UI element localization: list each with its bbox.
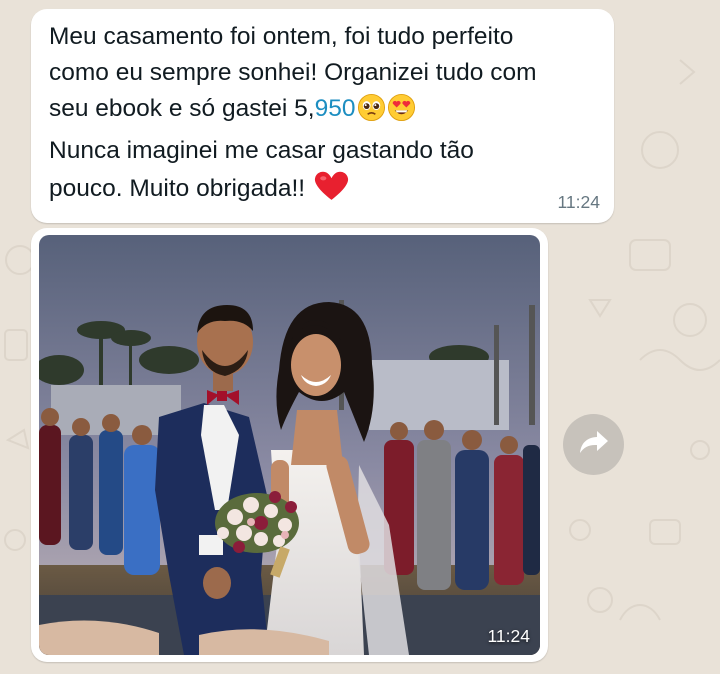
message-line-1: Meu casamento foi ontem, foi tudo perfei…	[49, 23, 514, 50]
pleading-face-emoji	[357, 93, 386, 133]
wedding-couple-photo[interactable]: 11:24	[39, 235, 540, 655]
message-line-4: Nunca imaginei me casar gastando tão	[49, 137, 474, 164]
heart-eyes-emoji	[387, 93, 416, 133]
forward-arrow-icon	[579, 429, 609, 460]
message-line-2: como eu sempre sonhei! Organizei tudo co…	[49, 59, 537, 86]
message-line-5: pouco. Muito obrigada!!	[49, 169, 609, 213]
message-line-3: seu ebook e só gastei 5,950	[49, 91, 609, 133]
photo-timestamp: 11:24	[487, 626, 531, 646]
message-bubble-photo[interactable]: 11:24	[31, 228, 548, 662]
message-timestamp: 11:24	[557, 192, 601, 212]
phone-number-link[interactable]: 950	[315, 95, 356, 122]
red-heart-emoji	[313, 169, 350, 213]
message-text: Meu casamento foi ontem, foi tudo perfei…	[49, 19, 609, 213]
forward-button[interactable]	[563, 414, 624, 475]
message-line-3-text: seu ebook e só gastei 5,	[49, 95, 315, 122]
message-bubble-text[interactable]: Meu casamento foi ontem, foi tudo perfei…	[31, 9, 614, 223]
message-line-5-text: pouco. Muito obrigada!!	[49, 175, 312, 202]
